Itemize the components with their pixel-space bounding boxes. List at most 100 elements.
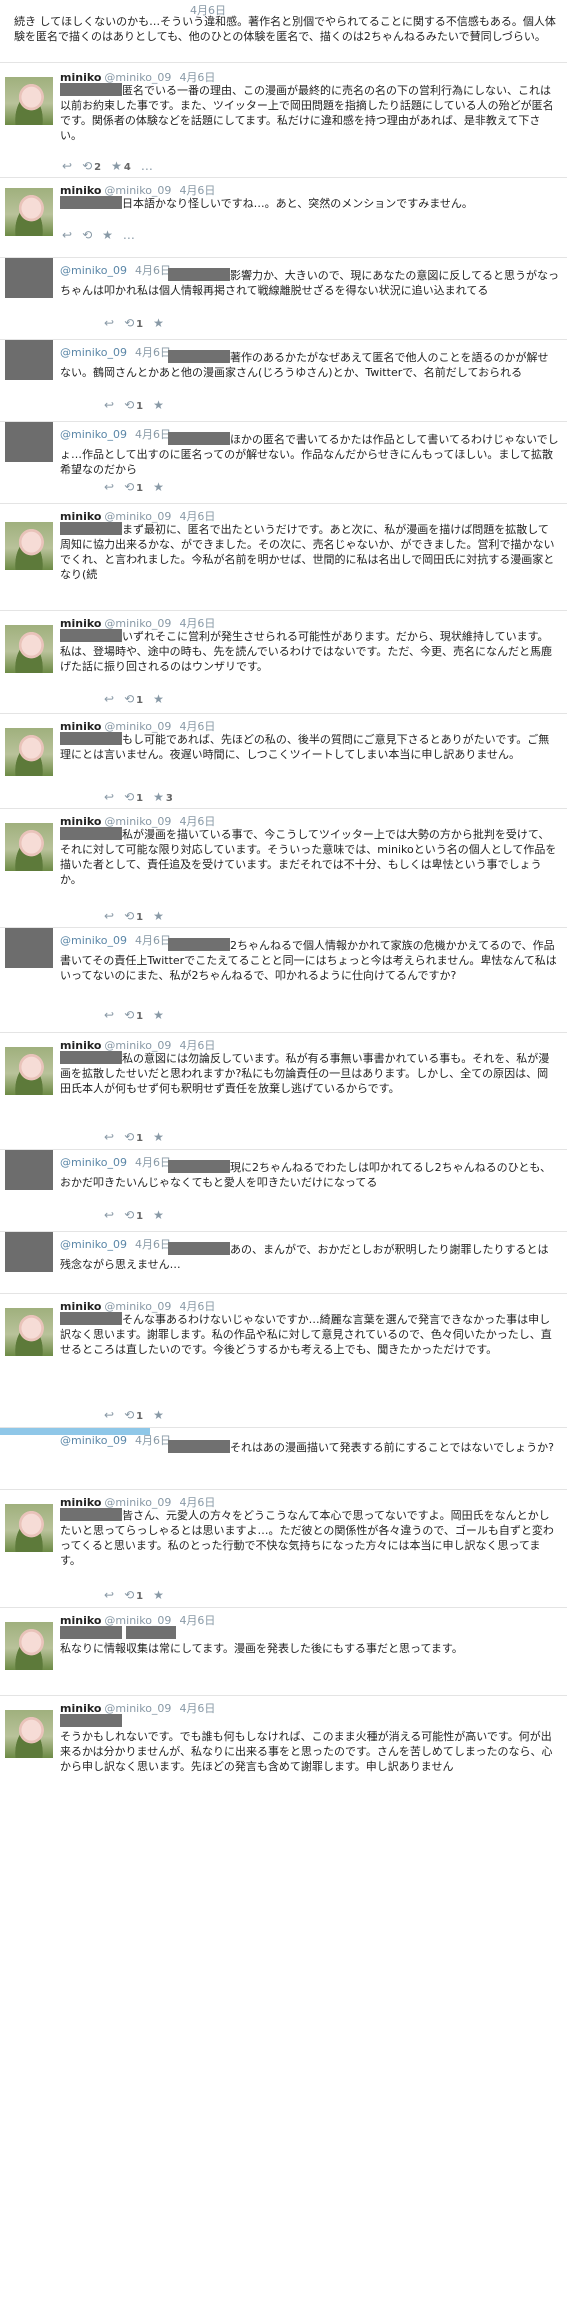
avatar[interactable] bbox=[5, 728, 53, 776]
avatar[interactable] bbox=[5, 1622, 53, 1670]
avatar[interactable] bbox=[5, 188, 53, 236]
retweet-button[interactable]: ⟲ 1 bbox=[124, 1208, 143, 1222]
favorite-button[interactable]: ★ bbox=[153, 398, 164, 412]
redacted-mention bbox=[168, 1160, 230, 1173]
redacted-mention bbox=[60, 522, 122, 535]
avatar[interactable] bbox=[5, 258, 53, 298]
retweet-count: 1 bbox=[136, 319, 144, 330]
reply-icon[interactable]: ↩ bbox=[104, 1130, 114, 1144]
retweet-count: 1 bbox=[136, 912, 144, 923]
retweet-button[interactable]: ⟲ 1 bbox=[124, 909, 143, 923]
tweet-text: 日本語かなり怪しいですね…。あと、突然のメンションですみません。 bbox=[122, 197, 473, 210]
reply-icon[interactable]: ↩ bbox=[62, 228, 72, 242]
favorite-button[interactable]: ★ bbox=[153, 1008, 164, 1022]
retweet-button[interactable]: ⟲ 1 bbox=[124, 480, 143, 494]
more-icon[interactable]: … bbox=[123, 228, 135, 242]
favorite-button[interactable]: ★ bbox=[153, 480, 164, 494]
tweet[interactable]: @miniko_09 4月6日 あの、まんがで、おかだとしおが釈明したり謝罪したり… bbox=[0, 1232, 567, 1294]
retweet-button[interactable]: ⟲ 1 bbox=[124, 1130, 143, 1144]
tweet[interactable]: miniko @miniko_09 4月6日 私が漫画を描いている事で、今こうしてツ… bbox=[0, 809, 567, 928]
reply-icon[interactable]: ↩ bbox=[104, 909, 114, 923]
retweet-count: 1 bbox=[136, 1591, 144, 1602]
tweet[interactable]: miniko @miniko_09 4月6日 私の意図には勿論反しています。私が有る… bbox=[0, 1033, 567, 1150]
avatar[interactable] bbox=[5, 823, 53, 871]
tweet[interactable]: @miniko_09 4月6日 著作のあるかたがなぜあえて匿名で他人のことを語るの… bbox=[0, 340, 567, 422]
tweet-text: 皆さん、元愛人の方々をどうこうなんて本心で思ってないですよ。岡田氏をなんとかした… bbox=[60, 1509, 554, 1567]
favorite-button[interactable]: ★ bbox=[153, 1208, 164, 1222]
tweet[interactable]: @miniko_09 4月6日 ほかの匿名で書いてるかたは作品として書いてるわけじ… bbox=[0, 422, 567, 504]
retweet-count: 2 bbox=[94, 162, 102, 173]
avatar[interactable] bbox=[5, 1504, 53, 1552]
favorite-button[interactable]: ★ bbox=[102, 228, 113, 242]
avatar[interactable] bbox=[5, 422, 53, 462]
tweet[interactable]: miniko @miniko_09 4月6日 私なりに情報収集は常にしてます。漫画を… bbox=[0, 1608, 567, 1696]
tweet[interactable]: @miniko_09 4月6日 現に2ちゃんねるでわたしは叩かれてるし2ちゃんねる… bbox=[0, 1150, 567, 1232]
favorite-button[interactable]: ★ bbox=[153, 1130, 164, 1144]
tweet[interactable]: miniko @miniko_09 4月6日 皆さん、元愛人の方々をどうこうなんて本… bbox=[0, 1490, 567, 1608]
retweet-button[interactable]: ⟲ 1 bbox=[124, 316, 143, 330]
retweet-button[interactable]: ⟲ 1 bbox=[124, 790, 143, 804]
avatar[interactable] bbox=[5, 522, 53, 570]
retweet-button[interactable]: ⟲ 1 bbox=[124, 1588, 143, 1602]
favorite-button[interactable]: ★ bbox=[153, 692, 164, 706]
reply-icon[interactable]: ↩ bbox=[104, 1008, 114, 1022]
favorite-button[interactable]: ★ bbox=[153, 316, 164, 330]
avatar[interactable] bbox=[5, 77, 53, 125]
avatar[interactable] bbox=[5, 1047, 53, 1095]
tweet[interactable]: miniko @miniko_09 4月6日 いずれそこに営利が発生させられる可能性… bbox=[0, 611, 567, 714]
timeline: 4月6日 続き してほしくないのかも…そういう違和感。著作名と別個でやられてるこ… bbox=[0, 0, 567, 1808]
tweet[interactable]: @miniko_09 4月6日 影響力か、大きいので、現にあなたの意図に反してると… bbox=[0, 258, 567, 340]
tweet[interactable]: miniko @miniko_09 4月6日 そんな事あるわけないじゃないですか…綺… bbox=[0, 1294, 567, 1428]
reply-icon[interactable]: ↩ bbox=[104, 316, 114, 330]
avatar[interactable] bbox=[5, 928, 53, 968]
redacted-mention bbox=[60, 83, 122, 96]
retweet-count: 1 bbox=[136, 793, 144, 804]
reply-icon[interactable]: ↩ bbox=[104, 692, 114, 706]
tweet-text: 影響力か、大きいので、現にあなたの意図に反してると思うがなっちゃんは叩かれ私は個… bbox=[60, 269, 560, 297]
favorite-button[interactable]: ★ bbox=[153, 1588, 164, 1602]
avatar[interactable] bbox=[5, 1150, 53, 1190]
favorite-button[interactable]: ★ bbox=[153, 1408, 164, 1422]
redacted-mention bbox=[60, 1626, 122, 1639]
avatar[interactable] bbox=[5, 1710, 53, 1758]
retweet-count: 1 bbox=[136, 1133, 144, 1144]
more-icon[interactable]: … bbox=[141, 159, 153, 173]
tweet[interactable]: miniko @miniko_09 4月6日 匿名でいる一番の理由、この漫画が最終的… bbox=[0, 63, 567, 178]
tweet[interactable]: @miniko_09 4月6日 それはあの漫画描いて発表する前にすることではないで… bbox=[0, 1428, 567, 1490]
retweet-button[interactable]: ⟲ 1 bbox=[124, 398, 143, 412]
tweet[interactable]: miniko @miniko_09 4月6日 まず最初に、匿名で出たというだけです。… bbox=[0, 504, 567, 611]
avatar[interactable] bbox=[5, 340, 53, 380]
retweet-button[interactable]: ⟲ 1 bbox=[124, 1008, 143, 1022]
avatar[interactable] bbox=[5, 1308, 53, 1356]
reply-icon[interactable]: ↩ bbox=[104, 1588, 114, 1602]
reply-icon[interactable]: ↩ bbox=[104, 1408, 114, 1422]
retweet-button[interactable]: ⟲ 2 bbox=[82, 159, 101, 173]
reply-icon[interactable]: ↩ bbox=[104, 398, 114, 412]
avatar[interactable] bbox=[5, 625, 53, 673]
tweet-text: 2ちゃんねるで個人情報かかれて家族の危機かかえてるので、作品書いてその責任上Tw… bbox=[60, 939, 557, 982]
tweet-text: 続き してほしくないのかも…そういう違和感。著作名と別個でやられてることに関する… bbox=[14, 15, 556, 43]
redacted-mention bbox=[60, 1312, 122, 1325]
favorite-button[interactable]: ★ 4 bbox=[111, 159, 131, 173]
reply-icon[interactable]: ↩ bbox=[62, 159, 72, 173]
tweet[interactable]: miniko @miniko_09 4月6日 そうかもしれないです。でも誰も何もしな… bbox=[0, 1696, 567, 1808]
avatar[interactable] bbox=[5, 1232, 53, 1272]
tweet[interactable]: @miniko_09 4月6日 2ちゃんねるで個人情報かかれて家族の危機かかえてる… bbox=[0, 928, 567, 1033]
reply-icon[interactable]: ↩ bbox=[104, 480, 114, 494]
tweet[interactable]: miniko @miniko_09 4月6日 日本語かなり怪しいですね…。あと、突然… bbox=[0, 178, 567, 258]
favorite-button[interactable]: ★ bbox=[153, 909, 164, 923]
reply-icon[interactable]: ↩ bbox=[104, 1208, 114, 1222]
tweet[interactable]: 4月6日 続き してほしくないのかも…そういう違和感。著作名と別個でやられてるこ… bbox=[0, 0, 567, 63]
retweet-count: 1 bbox=[136, 1211, 144, 1222]
retweet-count: 1 bbox=[136, 483, 144, 494]
retweet-count: 1 bbox=[136, 401, 144, 412]
tweet-text: まず最初に、匿名で出たというだけです。あと次に、私が漫画を描けば問題を拡散して周… bbox=[60, 523, 555, 581]
retweet-button[interactable]: ⟲ 1 bbox=[124, 1408, 143, 1422]
tweet-text: 現に2ちゃんねるでわたしは叩かれてるし2ちゃんねるのひとも、おかだ叩きたいんじゃ… bbox=[60, 1161, 552, 1189]
retweet-button[interactable]: ⟲ bbox=[82, 228, 92, 242]
favorite-button[interactable]: ★ 3 bbox=[153, 790, 173, 804]
retweet-button[interactable]: ⟲ 1 bbox=[124, 692, 143, 706]
tweet[interactable]: miniko @miniko_09 4月6日 もし可能であれば、先ほどの私の、後半の… bbox=[0, 714, 567, 809]
reply-icon[interactable]: ↩ bbox=[104, 790, 114, 804]
redacted-mention bbox=[60, 1714, 122, 1727]
